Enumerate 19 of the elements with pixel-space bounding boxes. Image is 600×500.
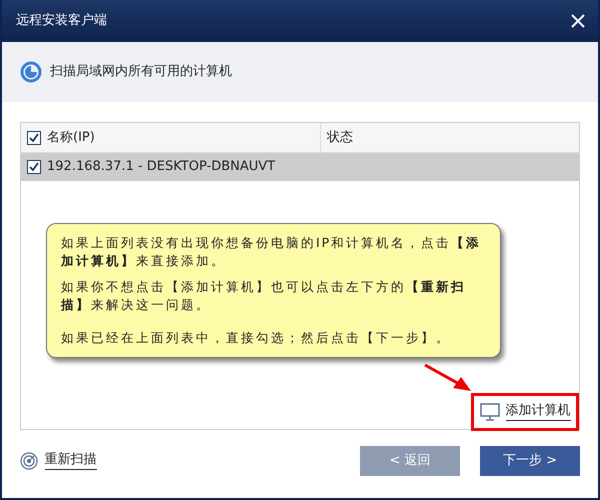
close-icon[interactable]	[570, 13, 586, 29]
dialog-button[interactable]: 下一步 >	[480, 446, 580, 476]
checkbox[interactable]	[27, 130, 41, 144]
add-computer-link[interactable]: 添加计算机	[506, 403, 570, 421]
arrow	[423, 363, 473, 393]
note-paragraph: 如果你不想点击【添加计算机】也可以点击左下方的【重新扫描】来解决这一问题。	[61, 278, 467, 314]
table-row[interactable]: 192.168.37.1 - DESKTOP-DBNAUVT	[21, 153, 579, 181]
rescan-link[interactable]: 重新扫描	[44, 452, 96, 470]
note-paragraph: 如果上面列表没有出现你想备份电脑的IP和计算机名，点击【添加计算机】来直接添加。	[61, 234, 482, 270]
computer-name: 192.168.37.1 - DESKTOP-DBNAUVT	[47, 158, 276, 176]
radar-icon	[20, 452, 38, 470]
column-header: 状态	[327, 128, 353, 147]
note-paragraph: 如果已经在上面列表中，直接勾选；然后点击【下一步】。	[61, 328, 452, 346]
monitor-icon	[480, 403, 500, 421]
window-title: 远程安装客户端	[16, 12, 107, 30]
header-text: 扫描局域网内所有可用的计算机	[50, 63, 232, 82]
scan-icon	[20, 61, 42, 83]
column-header: 名称(IP)	[47, 128, 95, 147]
checkbox[interactable]	[27, 160, 41, 174]
